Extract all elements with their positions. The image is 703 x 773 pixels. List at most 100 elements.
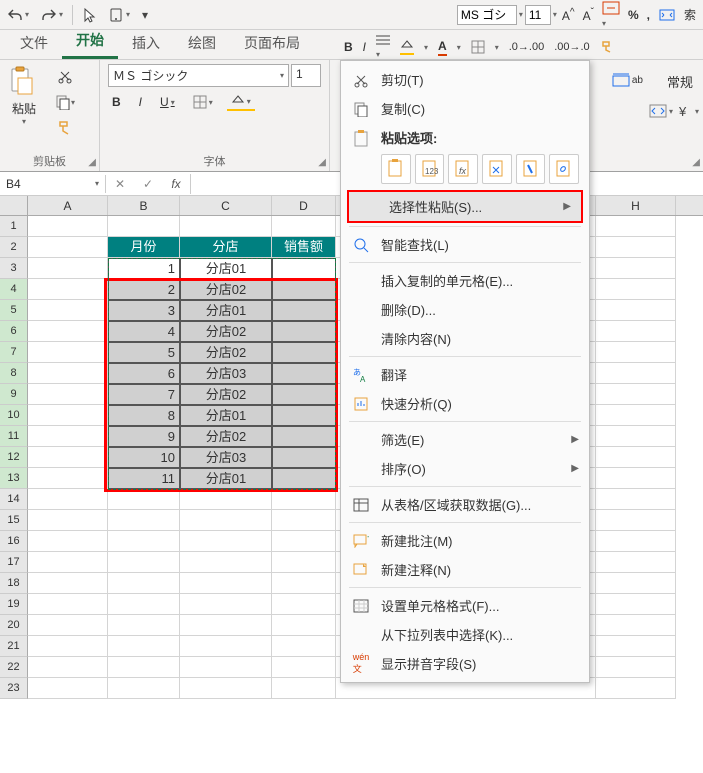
cell[interactable]: 分店02 xyxy=(180,342,272,363)
cell[interactable] xyxy=(180,552,272,573)
cell[interactable] xyxy=(272,594,336,615)
row-header[interactable]: 14 xyxy=(0,489,28,510)
format-painter-icon[interactable] xyxy=(600,40,616,54)
cell[interactable] xyxy=(108,510,180,531)
cell[interactable] xyxy=(28,384,108,405)
cell[interactable]: 分店03 xyxy=(180,447,272,468)
cell[interactable] xyxy=(596,468,676,489)
row-header[interactable]: 4 xyxy=(0,279,28,300)
paste-opt-formulas[interactable]: fx xyxy=(448,154,478,184)
undo-button[interactable]: ▾ xyxy=(4,6,32,24)
cell[interactable]: 分店02 xyxy=(180,384,272,405)
chevron-down-icon[interactable]: ▾ xyxy=(519,10,523,19)
cell[interactable] xyxy=(28,594,108,615)
fontsize-dropdown[interactable]: 1 xyxy=(291,64,321,87)
cell[interactable] xyxy=(108,594,180,615)
paste-button[interactable]: 粘贴 ▾ xyxy=(8,64,40,128)
cell[interactable]: 分店03 xyxy=(180,363,272,384)
cell[interactable] xyxy=(180,216,272,237)
col-header-C[interactable]: C xyxy=(180,196,272,215)
cancel-formula-icon[interactable]: ✕ xyxy=(106,174,134,194)
cell[interactable] xyxy=(180,489,272,510)
bold-button[interactable]: B xyxy=(344,40,353,54)
cell[interactable] xyxy=(180,573,272,594)
decrease-decimal-icon[interactable]: .0→.00 xyxy=(509,41,544,53)
row-header[interactable]: 22 xyxy=(0,657,28,678)
cell[interactable] xyxy=(180,531,272,552)
cell[interactable] xyxy=(180,594,272,615)
cm-smart-lookup[interactable]: 智能查找(L) xyxy=(341,230,589,259)
paste-opt-formatting[interactable] xyxy=(516,154,546,184)
cell[interactable] xyxy=(28,678,108,699)
row-header[interactable]: 19 xyxy=(0,594,28,615)
cell[interactable] xyxy=(28,657,108,678)
cell[interactable] xyxy=(108,552,180,573)
cell[interactable] xyxy=(596,636,676,657)
cell[interactable] xyxy=(596,321,676,342)
cell[interactable]: 4 xyxy=(108,321,180,342)
cell[interactable]: 销售额 xyxy=(272,237,336,258)
cm-copy[interactable]: 复制(C) xyxy=(341,94,589,123)
cm-filter[interactable]: 筛选(E)▶ xyxy=(341,425,589,454)
borders-button[interactable]: ▾ xyxy=(189,93,217,111)
merge-button[interactable]: ▾ xyxy=(649,104,673,118)
cell[interactable] xyxy=(180,510,272,531)
paste-opt-transpose[interactable] xyxy=(482,154,512,184)
tab-home[interactable]: 开始 xyxy=(62,24,118,59)
row-header[interactable]: 16 xyxy=(0,531,28,552)
cm-cut[interactable]: 剪切(T) xyxy=(341,65,589,94)
touch-mode-button[interactable]: ▾ xyxy=(105,5,133,25)
cell[interactable] xyxy=(272,447,336,468)
wrap-text-button[interactable]: ab xyxy=(612,72,643,88)
cell[interactable] xyxy=(596,615,676,636)
cell[interactable] xyxy=(596,447,676,468)
cell[interactable]: 分店 xyxy=(180,237,272,258)
cell[interactable] xyxy=(28,510,108,531)
cell[interactable] xyxy=(272,321,336,342)
mini-fontsize-input[interactable] xyxy=(525,5,551,25)
cell[interactable] xyxy=(272,405,336,426)
number-format-dropdown[interactable]: 常规 xyxy=(667,72,693,91)
cell[interactable] xyxy=(108,531,180,552)
cell[interactable]: 5 xyxy=(108,342,180,363)
cell[interactable] xyxy=(596,657,676,678)
cell[interactable] xyxy=(272,384,336,405)
name-box[interactable]: B4▾ xyxy=(0,175,106,193)
cell[interactable] xyxy=(272,279,336,300)
cell[interactable] xyxy=(596,384,676,405)
cm-new-comment[interactable]: + 新建批注(M) xyxy=(341,526,589,555)
increase-decimal-icon[interactable]: .00→.0 xyxy=(554,41,589,53)
cell[interactable] xyxy=(272,342,336,363)
paste-opt-all[interactable] xyxy=(381,154,411,184)
tab-pagelayout[interactable]: 页面布局 xyxy=(230,27,314,59)
row-header[interactable]: 11 xyxy=(0,426,28,447)
cell[interactable]: 9 xyxy=(108,426,180,447)
cell[interactable] xyxy=(28,342,108,363)
font-launcher[interactable]: ◢ xyxy=(318,157,326,168)
cell[interactable] xyxy=(596,678,676,699)
cm-from-table[interactable]: 从表格/区域获取数据(G)... xyxy=(341,490,589,519)
cell[interactable] xyxy=(28,426,108,447)
cell[interactable] xyxy=(596,405,676,426)
cell[interactable] xyxy=(28,363,108,384)
row-header[interactable]: 20 xyxy=(0,615,28,636)
cell[interactable] xyxy=(28,237,108,258)
cell[interactable]: 分店01 xyxy=(180,300,272,321)
cm-insert-copied[interactable]: 插入复制的单元格(E)... xyxy=(341,266,589,295)
increase-font-icon[interactable]: A^ xyxy=(559,7,578,23)
row-header[interactable]: 9 xyxy=(0,384,28,405)
cell[interactable] xyxy=(180,657,272,678)
cm-quick-analysis[interactable]: 快速分析(Q) xyxy=(341,389,589,418)
percent-icon[interactable]: % xyxy=(625,8,642,22)
fx-icon[interactable]: fx xyxy=(162,174,190,194)
cell[interactable] xyxy=(596,552,676,573)
cell[interactable]: 分店02 xyxy=(180,279,272,300)
cell[interactable] xyxy=(28,279,108,300)
cell[interactable]: 7 xyxy=(108,384,180,405)
cell[interactable]: 10 xyxy=(108,447,180,468)
cell[interactable] xyxy=(28,573,108,594)
cell[interactable] xyxy=(272,657,336,678)
tab-file[interactable]: 文件 xyxy=(6,27,62,59)
cell[interactable] xyxy=(180,678,272,699)
select-all-corner[interactable] xyxy=(0,196,28,215)
